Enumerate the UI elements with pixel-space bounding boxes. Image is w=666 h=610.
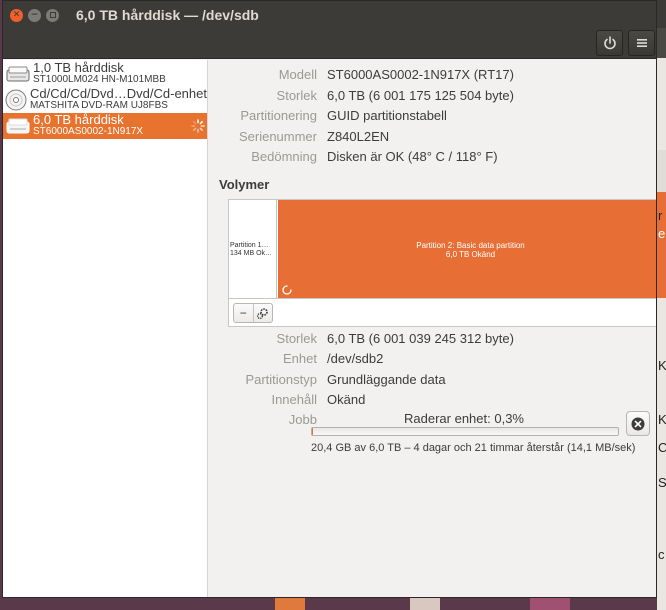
- background-text: K: [658, 358, 666, 373]
- partition-2-name: Partition 2: Basic data partition: [416, 241, 525, 250]
- drive-model: ST6000AS0002-1N917X: [33, 126, 144, 137]
- power-off-button[interactable]: [596, 30, 623, 56]
- job-label: Jobb: [288, 411, 317, 427]
- disk-size-value: 6,0 TB (6 001 175 125 504 byte): [327, 87, 514, 103]
- disk-size-label: Storlek: [276, 87, 317, 103]
- job-row: Jobb: [209, 410, 327, 428]
- disk-size-row: Storlek 6,0 TB (6 001 175 125 504 byte): [209, 86, 514, 104]
- drive-item-optical[interactable]: Cd/Cd/Cd/Dvd…Dvd/Cd-enhet MATSHITA DVD-RA…: [3, 87, 207, 113]
- job-progress-bar: [311, 427, 619, 436]
- volume-map: Partition 1… 134 MB Ok… Partition 2: Bas…: [228, 199, 656, 327]
- background-text: C: [658, 440, 666, 455]
- harddisk-icon: [5, 115, 31, 137]
- job-title: Raderar enhet: 0,3%: [404, 411, 524, 426]
- partition-size-row: Storlek 6,0 TB (6 001 039 245 312 byte): [209, 329, 514, 347]
- partition-2-info: 6,0 TB Okänd: [445, 250, 496, 259]
- device-row: Enhet/dev/sdb2: [209, 349, 383, 367]
- device-value: /dev/sdb2: [327, 350, 384, 366]
- disk-details: Modell ST6000AS0002-1N917X (RT17) Storlek…: [209, 60, 656, 597]
- background-text: K: [658, 412, 666, 427]
- partition-type-row: Partitionstyp Grundläggande data: [209, 370, 446, 388]
- background-fragment: [275, 598, 305, 610]
- background-text: c: [658, 547, 665, 562]
- cancel-job-button[interactable]: [626, 411, 650, 436]
- partition-1-name: Partition 1…: [230, 242, 269, 249]
- partition-1-info: 134 MB Ok…: [230, 250, 273, 257]
- close-window-button[interactable]: ✕: [10, 8, 23, 22]
- assessment-label: Bedömning: [251, 148, 317, 164]
- disk-model-value: ST6000AS0002-1N917X (RT17): [327, 66, 514, 82]
- volume-toolbar: −: [229, 298, 656, 326]
- window-title: 6,0 TB hårddisk — /dev/sdb: [76, 7, 259, 23]
- minimize-window-button[interactable]: −: [28, 8, 41, 22]
- partition-2-block[interactable]: Partition 2: Basic data partition 6,0 TB…: [278, 200, 656, 298]
- background-window-titlebar: [657, 0, 666, 28]
- serial-value: Z840L2EN: [327, 128, 390, 144]
- drive-item-6tb[interactable]: 6,0 TB hårddisk ST6000AS0002-1N917X: [3, 113, 207, 139]
- maximize-icon: [49, 12, 56, 18]
- contents-value: Okänd: [327, 391, 366, 407]
- partition-type-value: Grundläggande data: [327, 371, 446, 387]
- drive-model: ST1000LM024 HN-M101MBB: [33, 74, 166, 85]
- background-text: S: [658, 475, 666, 490]
- volumes-heading: Volymer: [219, 177, 270, 192]
- device-label: Enhet: [283, 350, 317, 366]
- partition-type-label: Partitionstyp: [245, 371, 317, 387]
- gears-icon: [257, 307, 269, 319]
- menu-button[interactable]: [628, 30, 655, 56]
- serial-row: Serienummer Z840L2EN: [209, 127, 389, 145]
- contents-label: Innehåll: [271, 391, 317, 407]
- background-fragment: [530, 598, 570, 610]
- drive-model: MATSHITA DVD-RAM UJ8FBS: [29, 100, 168, 111]
- drive-item-1tb[interactable]: 1,0 TB hårddisk ST1000LM024 HN-M101MBB: [3, 61, 207, 87]
- partition-settings-button[interactable]: [254, 304, 273, 322]
- drive-name: 6,0 TB hårddisk: [33, 112, 124, 127]
- optical-disc-icon: [5, 89, 28, 111]
- harddisk-icon: [5, 63, 31, 85]
- minimize-icon: −: [30, 9, 39, 20]
- disk-model-label: Modell: [278, 66, 317, 82]
- titlebar: ✕ − 6,0 TB hårddisk — /dev/sdb: [3, 1, 656, 29]
- disks-window: ✕ − 6,0 TB hårddisk — /dev/sdb 1,0 TB hå…: [2, 0, 657, 598]
- partition-busy-spinner-icon: [282, 285, 292, 295]
- job-detail: 20,4 GB av 6,0 TB – 4 dagar och 21 timma…: [311, 442, 636, 454]
- partition-size-value: 6,0 TB (6 001 039 245 312 byte): [327, 330, 514, 346]
- assessment-value: Disken är OK (48° C / 118° F): [327, 148, 498, 164]
- partition-size-label: Storlek: [276, 330, 317, 346]
- serial-label: Serienummer: [238, 128, 317, 144]
- background-fragment: [410, 598, 440, 610]
- remove-partition-button[interactable]: −: [234, 304, 254, 322]
- background-window-toolbar: [657, 28, 666, 58]
- drive-list: 1,0 TB hårddisk ST1000LM024 HN-M101MBB Cd…: [3, 60, 208, 597]
- drive-name: Cd/Cd/Cd/Dvd…Dvd/Cd-enhet: [29, 86, 207, 101]
- cancel-icon: [631, 417, 645, 430]
- header-toolbar: [3, 29, 656, 59]
- disk-model-row: Modell ST6000AS0002-1N917X (RT17): [209, 65, 514, 83]
- volume-actions: −: [233, 303, 273, 323]
- background-text: e: [658, 226, 666, 241]
- assessment-row: Bedömning Disken är OK (48° C / 118° F): [209, 147, 498, 165]
- partitioning-label: Partitionering: [240, 107, 317, 123]
- close-icon: ✕: [12, 9, 21, 20]
- background-window-edge: [657, 0, 666, 610]
- background-text: r: [658, 208, 663, 223]
- power-icon: [603, 36, 616, 50]
- drive-name: 1,0 TB hårddisk: [33, 60, 124, 75]
- job-progress-fill: [312, 428, 313, 435]
- busy-spinner-icon: [191, 119, 205, 133]
- partition-1-block[interactable]: Partition 1… 134 MB Ok…: [229, 200, 277, 298]
- partitioning-row: Partitionering GUID partitionstabell: [209, 106, 447, 124]
- hamburger-menu-icon: [636, 39, 647, 47]
- contents-row: Innehåll Okänd: [209, 390, 365, 408]
- partitioning-value: GUID partitionstabell: [327, 107, 447, 123]
- maximize-window-button[interactable]: [46, 8, 59, 22]
